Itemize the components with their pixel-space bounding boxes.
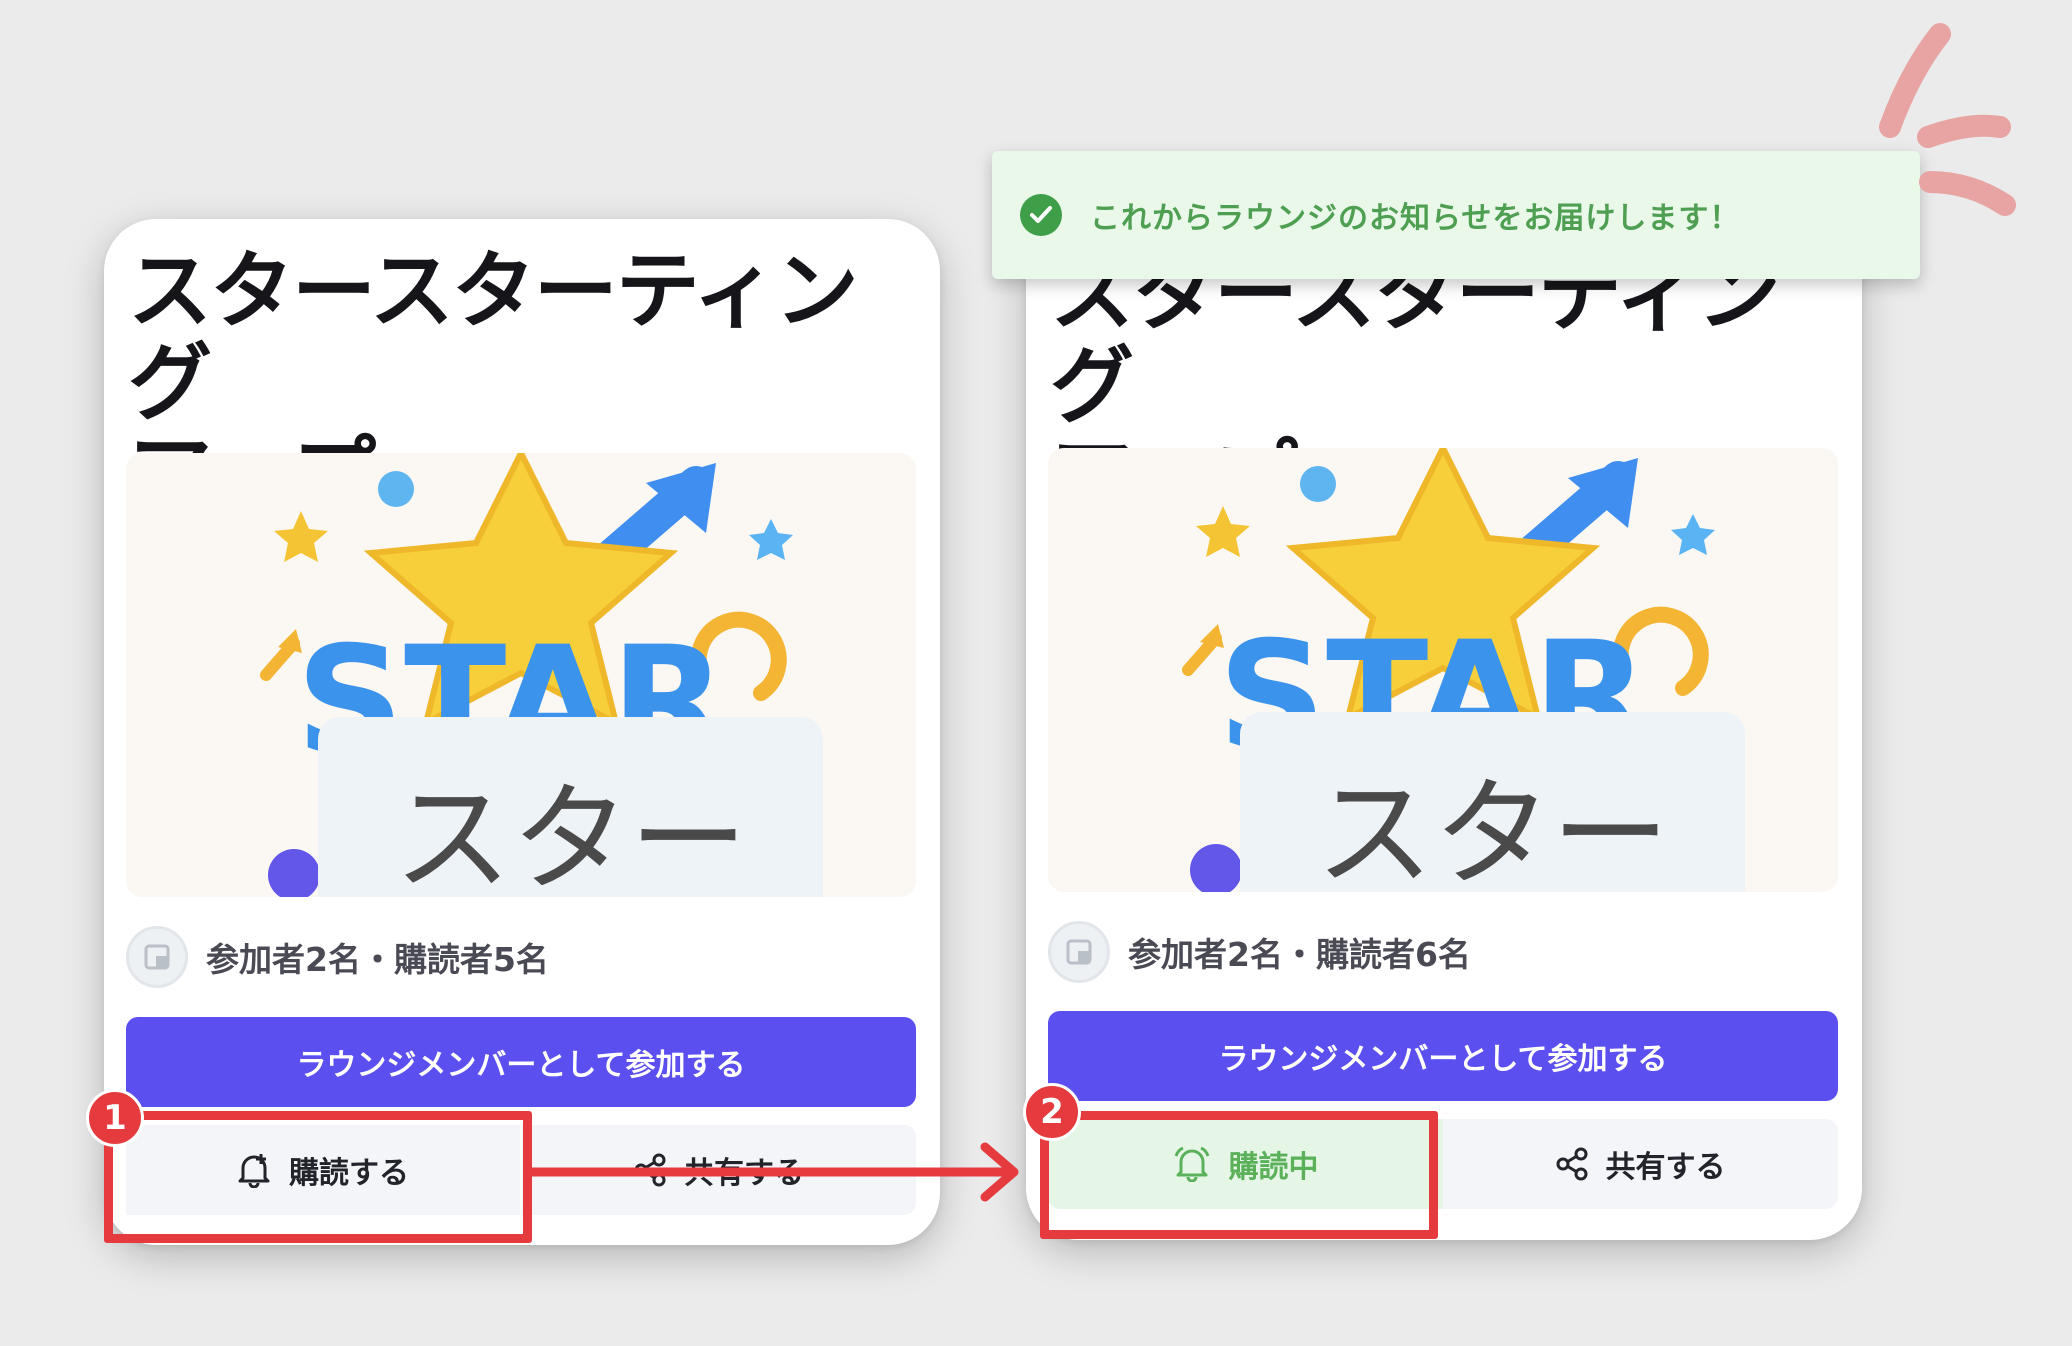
participant-meta: 参加者2名・購読者6名	[1048, 919, 1471, 985]
hero-caption: スター	[1315, 765, 1670, 892]
hero-caption: スター	[393, 770, 748, 897]
share-label: 共有する	[684, 1156, 804, 1191]
emphasis-strokes	[1879, 23, 2016, 216]
hero-image: STAR スター	[126, 453, 916, 897]
highlight-subscribed	[1040, 1111, 1438, 1239]
step-badge-2: 2	[1023, 1083, 1081, 1141]
highlight-subscribe	[104, 1111, 532, 1243]
avatar-icon	[1048, 921, 1110, 983]
card-title-line1: スタースターティング	[128, 242, 859, 432]
avatar-icon	[126, 926, 188, 988]
toast-message: これからラウンジのお知らせをお届けします！	[1090, 201, 1741, 236]
join-lounge-button[interactable]: ラウンジメンバーとして参加する	[126, 1017, 916, 1107]
member-count-text: 参加者2名・購読者5名	[206, 940, 549, 979]
hero-image: STAR スター	[1048, 448, 1838, 892]
member-count-text: 参加者2名・購読者6名	[1128, 935, 1471, 974]
success-toast: これからラウンジのお知らせをお届けします！	[992, 151, 1920, 279]
share-button[interactable]: 共有する	[522, 1125, 916, 1215]
lounge-card-before: スタースターティング アップ STAR スター 参加者2名・購読者5名 ラウンジ…	[104, 219, 940, 1245]
participant-meta: 参加者2名・購読者5名	[126, 924, 549, 990]
share-button[interactable]: 共有する	[1443, 1119, 1838, 1209]
step-badge-1: 1	[86, 1089, 144, 1147]
share-label: 共有する	[1605, 1150, 1726, 1185]
share-icon	[1556, 1147, 1587, 1181]
lounge-card-after: スタースターティング アップ STAR スター 参加者2名・購読者6名 ラウンジ…	[1026, 222, 1862, 1240]
join-lounge-button[interactable]: ラウンジメンバーとして参加する	[1048, 1011, 1838, 1101]
check-circle-icon	[1020, 194, 1062, 236]
share-icon	[634, 1153, 666, 1187]
